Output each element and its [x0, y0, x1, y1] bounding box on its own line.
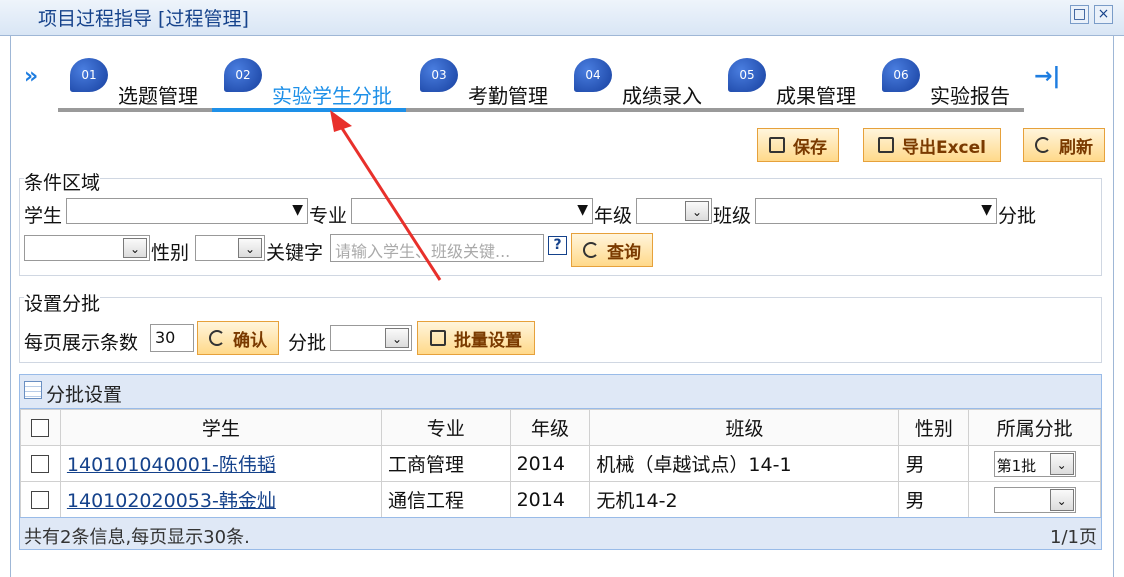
save-icon	[769, 137, 785, 153]
gender-label: 性别	[151, 242, 190, 264]
row-batch-select[interactable]: ⌄	[993, 486, 1076, 513]
row-checkbox[interactable]	[31, 491, 50, 509]
refresh-button[interactable]: 刷新	[1023, 128, 1105, 162]
major-cell: 工商管理	[380, 445, 511, 482]
page-size-input[interactable]: 30	[150, 324, 194, 352]
batch-icon	[430, 330, 446, 346]
major-label: 专业	[309, 205, 348, 227]
grid-footer: 共有2条信息,每页显示30条. 1/1页	[20, 517, 1101, 549]
col-major: 专业	[380, 409, 511, 446]
refresh-icon	[583, 242, 599, 258]
help-icon[interactable]: ?	[548, 236, 567, 255]
class-cell: 无机14-2	[589, 481, 900, 518]
student-select[interactable]: ▼	[66, 198, 308, 224]
class-label: 班级	[713, 205, 752, 227]
step-badge-04: 04	[574, 58, 612, 92]
batch-label: 分批	[998, 205, 1037, 227]
grade-cell: 2014	[509, 481, 591, 518]
step-label-active: 实验学生分批	[272, 84, 392, 108]
gender-cell: 男	[898, 445, 970, 482]
save-button[interactable]: 保存	[757, 128, 839, 162]
select-all-checkbox[interactable]	[31, 419, 50, 437]
grid-icon	[24, 381, 42, 399]
student-link[interactable]: 140102020053-韩金灿	[67, 490, 276, 512]
refresh-icon	[1035, 137, 1051, 153]
table-row: 140102020053-韩金灿 通信工程 2014 无机14-2 男 ⌄	[20, 481, 1101, 518]
col-batch: 所属分批	[968, 409, 1101, 446]
pager: 1/1页	[1050, 527, 1097, 548]
window-title: 项目过程指导 [过程管理]	[38, 8, 249, 30]
row-batch-select[interactable]: 第1批 ⌄	[993, 450, 1076, 477]
student-label: 学生	[24, 205, 63, 227]
row-checkbox[interactable]	[31, 455, 50, 473]
student-link[interactable]: 140101040001-陈伟韬	[67, 454, 276, 476]
class-select[interactable]: ▼	[755, 198, 997, 224]
maximize-icon[interactable]: □	[1070, 5, 1089, 24]
step-badge-03: 03	[420, 58, 458, 92]
step-badge-01: 01	[70, 58, 108, 92]
export-excel-button[interactable]: 导出Excel	[863, 128, 1001, 162]
conditions-legend: 条件区域	[24, 168, 101, 195]
step-label: 成绩录入	[622, 84, 702, 108]
settings-legend: 设置分批	[24, 289, 101, 316]
settings-batch-label: 分批	[288, 332, 327, 354]
batch-grid: 分批设置 学生 专业 年级 班级 性别 所属分批 140101040001-陈伟…	[19, 374, 1102, 550]
col-student: 学生	[59, 409, 382, 446]
col-class: 班级	[589, 409, 900, 446]
step-badge-05: 05	[728, 58, 766, 92]
step-label: 实验报告	[930, 84, 1010, 108]
students-table: 学生 专业 年级 班级 性别 所属分批 140101040001-陈伟韬 工商管…	[20, 409, 1101, 518]
step-label: 考勤管理	[468, 84, 548, 108]
col-grade: 年级	[509, 409, 591, 446]
keyword-input[interactable]: 请输入学生、班级关键...	[330, 234, 544, 262]
confirm-button[interactable]: 确认	[197, 321, 279, 355]
col-gender: 性别	[898, 409, 970, 446]
batch-select[interactable]: ⌄	[24, 235, 150, 261]
class-cell: 机械（卓越试点）14-1	[589, 445, 900, 482]
query-button[interactable]: 查询	[571, 233, 653, 267]
step-badge-02: 02	[224, 58, 262, 92]
step-label: 成果管理	[776, 84, 856, 108]
table-header-row: 学生 专业 年级 班级 性别 所属分批	[20, 409, 1101, 446]
major-select[interactable]: ▼	[351, 198, 593, 224]
grade-label: 年级	[594, 205, 633, 227]
record-count: 共有2条信息,每页显示30条.	[24, 527, 250, 548]
table-row: 140101040001-陈伟韬 工商管理 2014 机械（卓越试点）14-1 …	[20, 445, 1101, 482]
grade-cell: 2014	[509, 445, 591, 482]
step-badge-06: 06	[882, 58, 920, 92]
scroll-left-icon[interactable]: »	[24, 64, 38, 89]
gender-select[interactable]: ⌄	[195, 235, 265, 261]
refresh-icon	[209, 330, 225, 346]
settings-batch-select[interactable]: ⌄	[330, 325, 412, 351]
keyword-label: 关键字	[266, 242, 324, 264]
step-track-active	[212, 108, 406, 112]
close-icon[interactable]: ×	[1094, 5, 1113, 24]
step-label: 选题管理	[118, 84, 198, 108]
scroll-end-icon[interactable]: →|	[1034, 64, 1060, 89]
page-size-label: 每页展示条数	[24, 332, 139, 354]
step-track	[58, 108, 1024, 112]
excel-icon	[877, 137, 894, 153]
bulk-set-button[interactable]: 批量设置	[417, 321, 535, 355]
gender-cell: 男	[898, 481, 970, 518]
select-all-cell[interactable]	[20, 409, 61, 446]
grid-title: 分批设置	[46, 384, 123, 406]
grade-select[interactable]: ⌄	[636, 198, 712, 224]
window-titlebar: 项目过程指导 [过程管理] □ ×	[0, 0, 1124, 36]
major-cell: 通信工程	[380, 481, 511, 518]
grid-header: 分批设置	[20, 375, 1101, 409]
